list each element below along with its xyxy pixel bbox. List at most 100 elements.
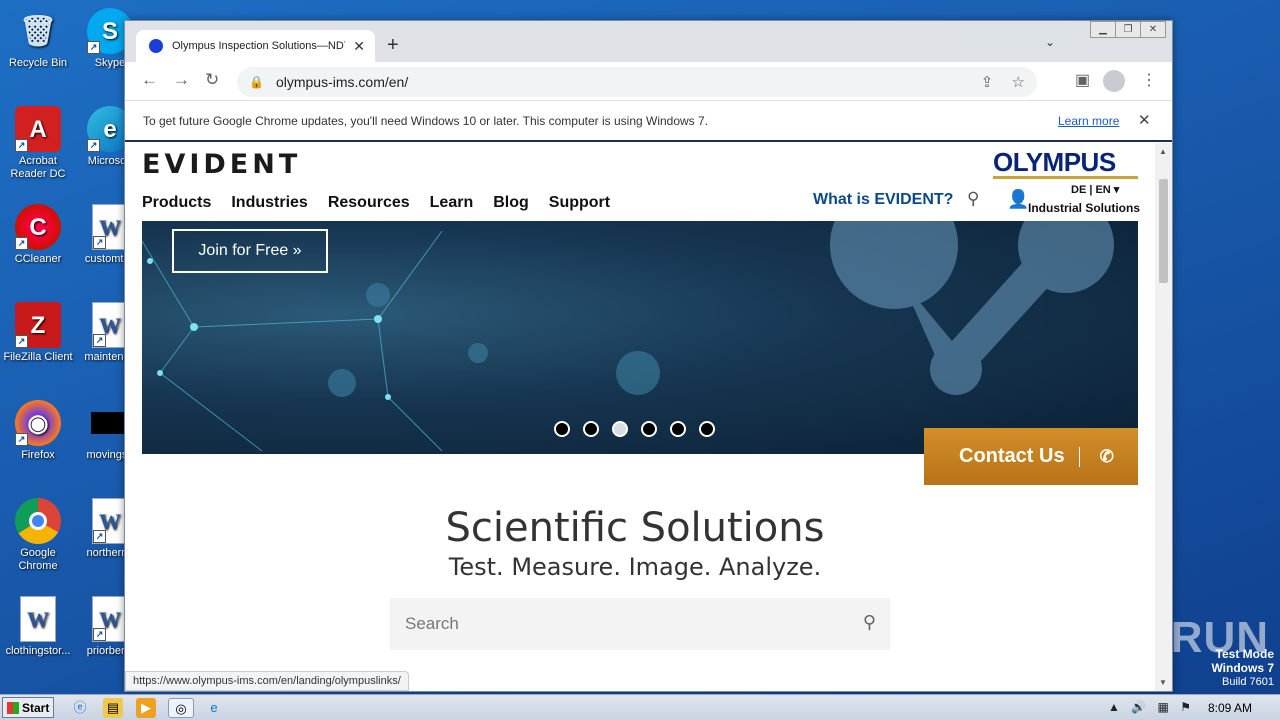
nav-industries[interactable]: Industries bbox=[231, 194, 307, 212]
evident-logo[interactable]: EVIDENT bbox=[142, 149, 301, 180]
file-explorer-icon[interactable]: ▤ bbox=[103, 698, 123, 718]
phone-icon: ✆ bbox=[1099, 446, 1114, 466]
infobar-message: To get future Google Chrome updates, you… bbox=[143, 114, 709, 128]
desktop-icon-label: Recycle Bin bbox=[8, 57, 68, 69]
nav-support[interactable]: Support bbox=[549, 194, 610, 212]
action-center-flag-icon[interactable]: ⚑ bbox=[1180, 700, 1191, 714]
taskbar-clock[interactable]: 8:09 AM bbox=[1208, 701, 1252, 715]
start-label: Start bbox=[22, 700, 50, 715]
desktop-icon-label: CCleaner bbox=[14, 253, 62, 265]
carousel-dot-1[interactable] bbox=[554, 421, 570, 437]
close-window-icon[interactable]: ✕ bbox=[1140, 21, 1166, 38]
desktop-icon-label: Google Chrome bbox=[18, 547, 58, 572]
back-icon[interactable]: ← bbox=[141, 70, 158, 90]
contact-us-button[interactable]: Contact Us ✆ bbox=[924, 428, 1138, 485]
reload-icon[interactable]: ↻ bbox=[205, 70, 219, 90]
language-switcher[interactable]: DE | EN ▾ bbox=[1071, 183, 1119, 196]
test-mode-line2: Windows 7 bbox=[1211, 661, 1274, 675]
bookmark-star-icon[interactable]: ☆ bbox=[1012, 74, 1025, 91]
address-bar[interactable]: 🔒 olympus-ims.com/en/ ⇪ ☆ bbox=[237, 67, 1037, 97]
word-document-icon: W ↗ bbox=[92, 302, 128, 348]
filezilla-icon: Z ↗ bbox=[15, 302, 61, 348]
minimize-icon[interactable]: ▁ bbox=[1090, 21, 1116, 38]
status-bar-url: https://www.olympus-ims.com/en/landing/o… bbox=[125, 671, 409, 691]
new-tab-icon[interactable]: + bbox=[387, 34, 399, 57]
web-page: EVIDENT OLYMPUS DE | EN ▾ 👤 Industrial S… bbox=[125, 143, 1155, 673]
contact-us-label: Contact Us bbox=[959, 445, 1065, 467]
word-document-icon: W bbox=[20, 596, 56, 642]
desktop-icon-label: FileZilla Client bbox=[3, 351, 73, 363]
scroll-up-icon[interactable]: ▲ bbox=[1159, 147, 1167, 156]
test-mode-notice: Test Mode Windows 7 Build 7601 bbox=[1211, 648, 1274, 689]
page-headline: Scientific Solutions bbox=[445, 505, 825, 551]
desktop-icon-clothingstore[interactable]: W clothingstor... bbox=[0, 596, 76, 658]
desktop-icon-google-chrome[interactable]: Google Chrome bbox=[0, 498, 76, 573]
industrial-solutions-label[interactable]: Industrial Solutions bbox=[1028, 201, 1140, 215]
internet-explorer-icon[interactable]: ⓔ bbox=[70, 698, 90, 718]
desktop-icon-filezilla[interactable]: Z ↗ FileZilla Client bbox=[0, 302, 76, 364]
nav-resources[interactable]: Resources bbox=[328, 194, 410, 212]
chrome-taskbar-icon[interactable]: ◎ bbox=[168, 698, 194, 718]
side-panel-icon[interactable]: ▣ bbox=[1075, 70, 1090, 90]
olympus-logo[interactable]: OLYMPUS bbox=[993, 147, 1116, 178]
url-text: olympus-ims.com/en/ bbox=[275, 74, 409, 90]
menu-kebab-icon[interactable]: ⋮ bbox=[1141, 70, 1157, 90]
desktop-icon-ccleaner[interactable]: C ↗ CCleaner bbox=[0, 204, 76, 266]
scroll-down-icon[interactable]: ▼ bbox=[1159, 678, 1167, 687]
lock-icon[interactable]: 🔒 bbox=[249, 75, 264, 89]
carousel-dot-6[interactable] bbox=[699, 421, 715, 437]
chrome-icon bbox=[15, 498, 61, 544]
page-subheadline: Test. Measure. Image. Analyze. bbox=[448, 553, 822, 581]
forward-icon[interactable]: → bbox=[173, 70, 190, 90]
tray-expand-icon[interactable]: ▲ bbox=[1108, 700, 1120, 714]
search-icon[interactable]: ⚲ bbox=[863, 612, 876, 633]
desktop-icon-firefox[interactable]: ◉ ↗ Firefox bbox=[0, 400, 76, 462]
carousel-dots bbox=[554, 421, 728, 437]
nav-products[interactable]: Products bbox=[142, 194, 211, 212]
search-placeholder: Search bbox=[405, 614, 459, 633]
desktop-icon-label: Acrobat Reader DC bbox=[10, 155, 66, 180]
edge-taskbar-icon[interactable]: e bbox=[204, 698, 224, 718]
firefox-icon: ◉ ↗ bbox=[15, 400, 61, 446]
restore-icon[interactable]: ❐ bbox=[1115, 21, 1141, 38]
infobar-close-icon[interactable]: ✕ bbox=[1138, 111, 1151, 129]
system-tray: ▲ 🔊 ▦ ⚑ bbox=[1108, 700, 1199, 714]
contact-divider bbox=[1078, 446, 1080, 467]
profile-avatar-icon[interactable] bbox=[1103, 70, 1125, 92]
hero-carousel: Join for Free » bbox=[142, 221, 1138, 454]
media-player-icon[interactable]: ▶ bbox=[136, 698, 156, 718]
desktop-icon-recycle-bin[interactable]: 🗑 Recycle Bin bbox=[0, 8, 76, 70]
account-icon[interactable]: 👤 bbox=[1007, 189, 1029, 210]
carousel-dot-4[interactable] bbox=[641, 421, 657, 437]
share-icon[interactable]: ⇪ bbox=[981, 74, 994, 91]
scrollbar-thumb[interactable] bbox=[1159, 179, 1168, 283]
page-scrollbar[interactable]: ▲ ▼ bbox=[1155, 143, 1172, 691]
acrobat-icon: A ↗ bbox=[15, 106, 61, 152]
learn-more-link[interactable]: Learn more bbox=[1058, 114, 1119, 128]
nav-blog[interactable]: Blog bbox=[493, 194, 529, 212]
test-mode-line3: Build 7601 bbox=[1222, 676, 1274, 688]
carousel-dot-3[interactable] bbox=[612, 421, 628, 437]
carousel-dot-5[interactable] bbox=[670, 421, 686, 437]
desktop-icon-label: Firefox bbox=[21, 449, 55, 461]
join-for-free-button[interactable]: Join for Free » bbox=[172, 229, 328, 273]
nav-learn[interactable]: Learn bbox=[430, 194, 474, 212]
start-button[interactable]: Start bbox=[2, 697, 54, 718]
ccleaner-icon: C ↗ bbox=[15, 204, 61, 250]
what-is-evident-link[interactable]: What is EVIDENT? bbox=[813, 191, 953, 209]
site-search-icon[interactable]: ⚲ bbox=[967, 189, 979, 209]
recycle-bin-icon: 🗑 bbox=[18, 14, 58, 48]
tab-title: Olympus Inspection Solutions—NDT, bbox=[172, 40, 346, 52]
volume-icon[interactable]: 🔊 bbox=[1131, 700, 1146, 714]
page-search-input[interactable]: Search ⚲ bbox=[390, 598, 890, 650]
windows-logo-icon bbox=[7, 701, 19, 714]
tab-olympus[interactable]: Olympus Inspection Solutions—NDT, ✕ bbox=[136, 30, 375, 62]
network-icon[interactable]: ▦ bbox=[1158, 700, 1169, 714]
desktop-icon-acrobat[interactable]: A ↗ Acrobat Reader DC bbox=[0, 106, 76, 181]
omnibox-actions: ⇪ ☆ bbox=[967, 73, 1025, 91]
tab-strip: Olympus Inspection Solutions—NDT, ✕ + ⌄ … bbox=[125, 21, 1172, 62]
tab-close-icon[interactable]: ✕ bbox=[353, 38, 365, 55]
taskbar: Start ⓔ ▤ ▶ ◎ e ▲ 🔊 ▦ ⚑ 8:09 AM bbox=[0, 694, 1280, 720]
carousel-dot-2[interactable] bbox=[583, 421, 599, 437]
tab-search-chevron-icon[interactable]: ⌄ bbox=[1045, 35, 1055, 49]
